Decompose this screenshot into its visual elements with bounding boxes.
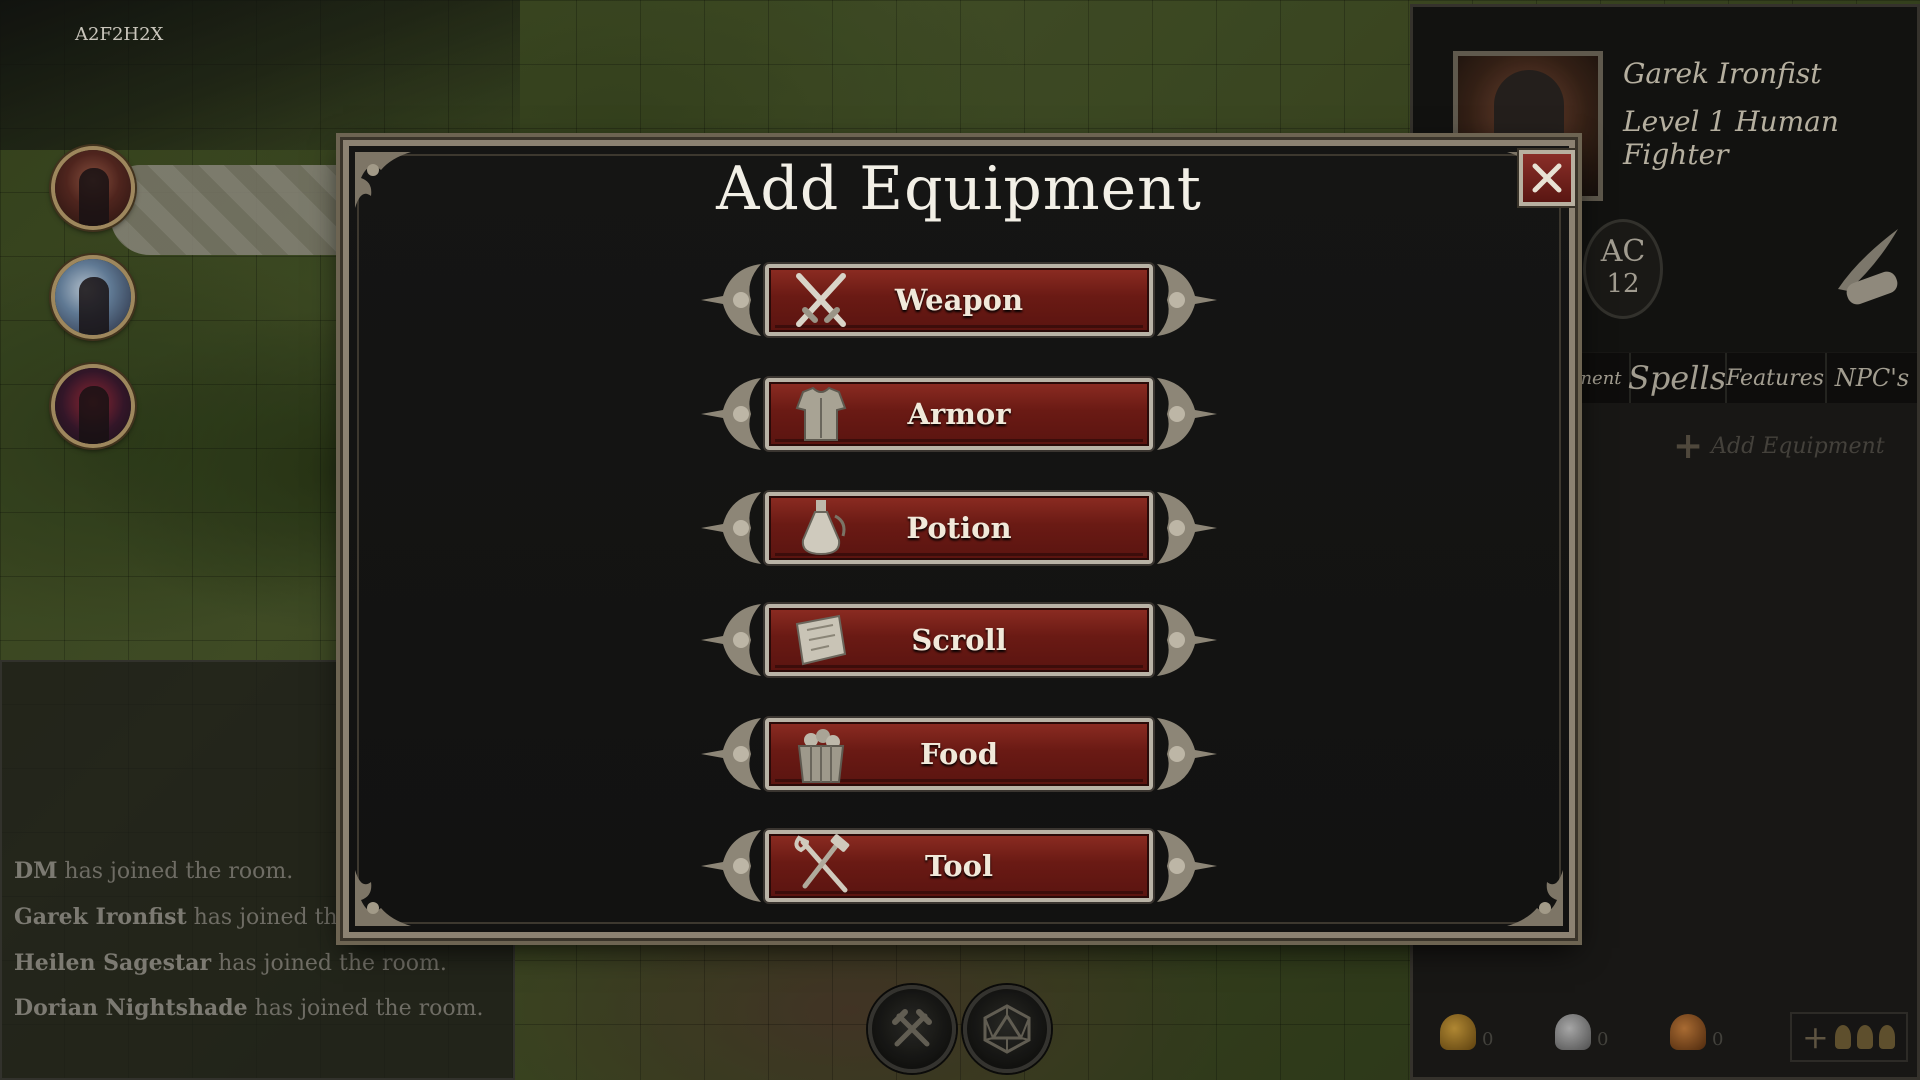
potion-button[interactable]: Potion (701, 486, 1217, 570)
close-icon (1532, 163, 1562, 193)
food-label: Food (920, 737, 998, 771)
armor-button[interactable]: Armor (701, 372, 1217, 456)
weapon-button[interactable]: Weapon (701, 258, 1217, 342)
tool-button[interactable]: Tool (701, 824, 1217, 908)
close-button[interactable] (1519, 150, 1575, 206)
add-equipment-modal: Add Equipment Weapon Armor Potion Scroll… (343, 140, 1575, 938)
modal-title: Add Equipment (716, 154, 1202, 224)
potion-label: Potion (906, 511, 1012, 545)
corner-ornament (1507, 870, 1563, 926)
scroll-button[interactable]: Scroll (701, 598, 1217, 682)
tool-label: Tool (925, 849, 993, 883)
weapon-label: Weapon (894, 283, 1024, 317)
corner-ornament (355, 870, 411, 926)
armor-label: Armor (907, 397, 1011, 431)
scroll-label: Scroll (911, 623, 1007, 657)
food-button[interactable]: Food (701, 712, 1217, 796)
